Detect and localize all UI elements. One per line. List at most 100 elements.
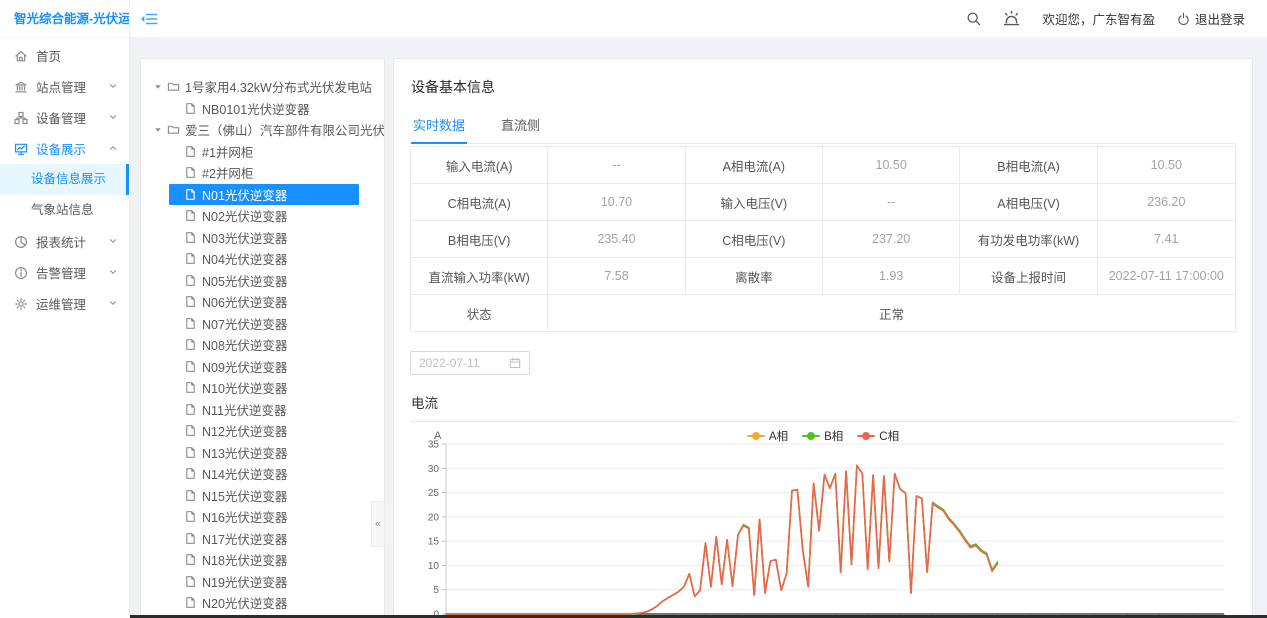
tree-device-item[interactable]: N05光伏逆变器 xyxy=(169,270,359,292)
welcome-text: 欢迎您，广东智有盈 xyxy=(1042,9,1155,28)
sidebar-item-0[interactable]: 首页 xyxy=(0,40,129,71)
file-icon xyxy=(184,102,197,115)
tree-device-node[interactable]: N02光伏逆变器 xyxy=(141,205,384,227)
tree-device-item[interactable]: N08光伏逆变器 xyxy=(169,334,359,356)
file-icon xyxy=(184,252,197,265)
tab-dc-side[interactable]: 直流侧 xyxy=(499,111,542,143)
date-picker-value: 2022-07-11 xyxy=(419,356,509,370)
tree-device-item[interactable]: N02光伏逆变器 xyxy=(169,205,359,227)
chevron-down-icon xyxy=(107,111,119,123)
info-value: 237.20 xyxy=(823,221,960,257)
tree-device-node[interactable]: N13光伏逆变器 xyxy=(141,442,384,464)
sidebar-item-2[interactable]: 设备管理 xyxy=(0,102,129,133)
logout-button[interactable]: 退出登录 xyxy=(1177,9,1245,28)
tree-device-item[interactable]: N18光伏逆变器 xyxy=(169,549,359,571)
file-icon xyxy=(184,510,197,523)
caret-down-icon[interactable] xyxy=(153,125,163,135)
legend-item-A相[interactable]: A相 xyxy=(747,428,788,444)
search-icon[interactable] xyxy=(966,11,981,26)
tree-device-item[interactable]: N19光伏逆变器 xyxy=(169,571,359,593)
tree-collapse-handle[interactable]: « xyxy=(371,501,385,547)
tree-device-node[interactable]: N20光伏逆变器 xyxy=(141,592,384,614)
info-label: B相电流(A) xyxy=(960,147,1097,183)
file-icon xyxy=(184,188,197,201)
tree-device-node[interactable]: N06光伏逆变器 xyxy=(141,291,384,313)
alarm-icon[interactable] xyxy=(1003,10,1020,27)
tree-device-node[interactable]: NB0101光伏逆变器 xyxy=(141,98,384,120)
tree-device-item[interactable]: N11光伏逆变器 xyxy=(169,399,359,421)
tree-device-item[interactable]: #2并网柜 xyxy=(169,162,359,184)
svg-text:30: 30 xyxy=(428,464,440,475)
tree-device-item[interactable]: N15光伏逆变器 xyxy=(169,485,359,507)
tree-device-node[interactable]: N15光伏逆变器 xyxy=(141,485,384,507)
tree-device-node[interactable]: N05光伏逆变器 xyxy=(141,270,384,292)
sidebar-item-label: 设备管理 xyxy=(36,108,86,127)
info-label: B相电压(V) xyxy=(411,221,548,257)
tree-node-label: N16光伏逆变器 xyxy=(202,507,287,526)
legend-item-C相[interactable]: C相 xyxy=(857,428,899,444)
sidebar-subitem-3-1[interactable]: 气象站信息 xyxy=(0,195,129,226)
sidebar-item-3[interactable]: 设备展示 xyxy=(0,133,129,164)
tree-device-item[interactable]: N14光伏逆变器 xyxy=(169,463,359,485)
tree-device-item[interactable]: N04光伏逆变器 xyxy=(169,248,359,270)
legend-marker-icon xyxy=(802,435,820,437)
tree-node-label: 1号家用4.32kW分布式光伏发电站 xyxy=(185,77,372,96)
tree-device-item[interactable]: N16光伏逆变器 xyxy=(169,506,359,528)
tree-device-item[interactable]: N12光伏逆变器 xyxy=(169,420,359,442)
tree-device-item[interactable]: N06光伏逆变器 xyxy=(169,291,359,313)
tree-device-node[interactable]: N16光伏逆变器 xyxy=(141,506,384,528)
tree-station-node[interactable]: 1号家用4.32kW分布式光伏发电站 xyxy=(141,76,384,98)
sidebar-item-6[interactable]: 运维管理 xyxy=(0,288,129,319)
file-icon xyxy=(184,381,197,394)
sidebar-item-5[interactable]: 告警管理 xyxy=(0,257,129,288)
sidebar-item-label: 告警管理 xyxy=(36,263,86,282)
tree-device-node[interactable]: N08光伏逆变器 xyxy=(141,334,384,356)
tree-device-node[interactable]: N01光伏逆变器 xyxy=(141,184,384,206)
tree-device-node[interactable]: N03光伏逆变器 xyxy=(141,227,384,249)
tree-device-item[interactable]: N13光伏逆变器 xyxy=(169,442,359,464)
chevron-down-icon xyxy=(107,297,119,309)
tree-device-node[interactable]: N14光伏逆变器 xyxy=(141,463,384,485)
table-row: C相电流(A)10.70输入电压(V)--A相电压(V)236.20 xyxy=(411,184,1235,221)
tree-device-node[interactable]: N07光伏逆变器 xyxy=(141,313,384,335)
info-value: 1.93 xyxy=(823,258,960,294)
tree-device-node[interactable]: N04光伏逆变器 xyxy=(141,248,384,270)
tree-device-node[interactable]: N19光伏逆变器 xyxy=(141,571,384,593)
info-value: -- xyxy=(548,147,685,183)
tree-device-node[interactable]: #2并网柜 xyxy=(141,162,384,184)
tree-device-node[interactable]: N10光伏逆变器 xyxy=(141,377,384,399)
tree-device-node[interactable]: N17光伏逆变器 xyxy=(141,528,384,550)
table-row: 输入电流(A)--A相电流(A)10.50B相电流(A)10.50 xyxy=(411,147,1235,184)
sidebar-item-1[interactable]: 站点管理 xyxy=(0,71,129,102)
device-info-panel: 设备基本信息 实时数据直流侧 输入电流(A)--A相电流(A)10.50B相电流… xyxy=(393,58,1253,618)
tab-realtime-data[interactable]: 实时数据 xyxy=(411,111,467,143)
tree-node-label: N20光伏逆变器 xyxy=(202,593,287,612)
tree-device-item[interactable]: N07光伏逆变器 xyxy=(169,313,359,335)
caret-down-icon[interactable] xyxy=(153,82,163,92)
legend-item-B相[interactable]: B相 xyxy=(802,428,843,444)
tree-device-item[interactable]: N17光伏逆变器 xyxy=(169,528,359,550)
tree-station-node[interactable]: 爱三（佛山）汽车部件有限公司光伏发 xyxy=(141,119,384,141)
date-picker[interactable]: 2022-07-11 xyxy=(410,351,530,375)
tree-device-item[interactable]: #1并网柜 xyxy=(169,141,359,163)
tree-device-item[interactable]: NB0101光伏逆变器 xyxy=(169,98,359,120)
tree-device-node[interactable]: N09光伏逆变器 xyxy=(141,356,384,378)
file-icon xyxy=(184,553,197,566)
menu-fold-icon[interactable] xyxy=(140,10,158,28)
tree-device-node[interactable]: N12光伏逆变器 xyxy=(141,420,384,442)
tree-device-item[interactable]: N01光伏逆变器 xyxy=(169,184,359,206)
tree-device-item[interactable]: N03光伏逆变器 xyxy=(169,227,359,249)
file-icon xyxy=(184,489,197,502)
sidebar-subitem-3-0[interactable]: 设备信息展示 xyxy=(0,164,129,195)
tree-device-item[interactable]: N20光伏逆变器 xyxy=(169,592,359,614)
info-label: 设备上报时间 xyxy=(960,258,1097,294)
tree-device-node[interactable]: #1并网柜 xyxy=(141,141,384,163)
info-value: 7.58 xyxy=(548,258,685,294)
topbar: 欢迎您，广东智有盈 退出登录 xyxy=(130,0,1267,38)
tree-device-node[interactable]: N18光伏逆变器 xyxy=(141,549,384,571)
tree-device-item[interactable]: N09光伏逆变器 xyxy=(169,356,359,378)
tree-device-item[interactable]: N10光伏逆变器 xyxy=(169,377,359,399)
tree-device-node[interactable]: N11光伏逆变器 xyxy=(141,399,384,421)
sidebar-item-4[interactable]: 报表统计 xyxy=(0,226,129,257)
tree-node-label: N09光伏逆变器 xyxy=(202,357,287,376)
